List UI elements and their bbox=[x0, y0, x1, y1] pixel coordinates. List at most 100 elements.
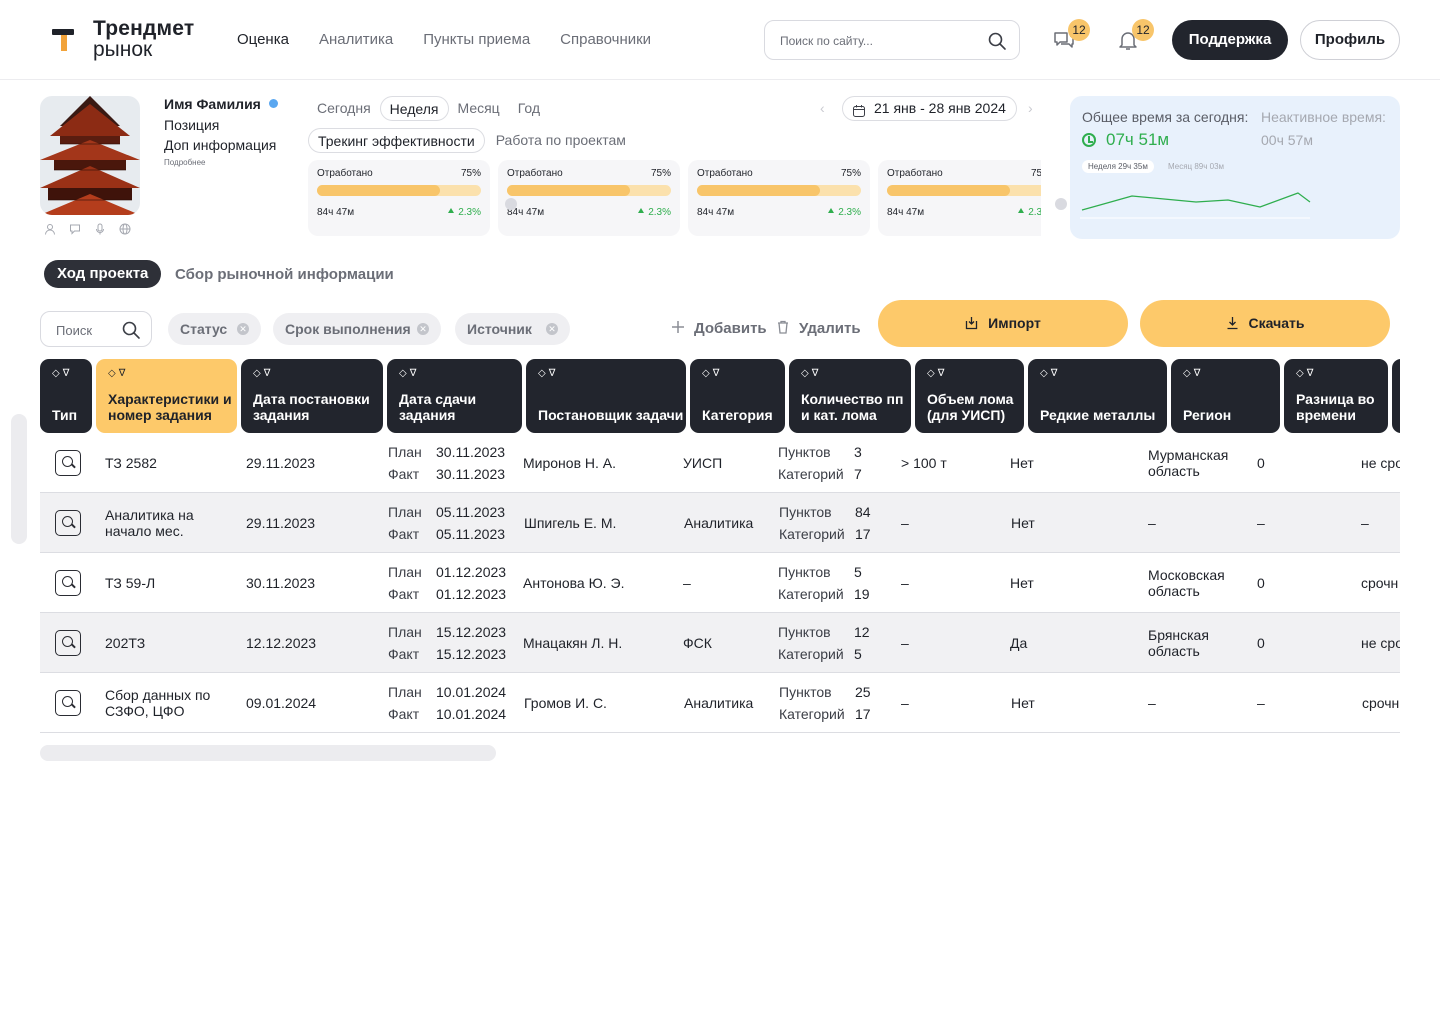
categories-label: Категорий bbox=[779, 706, 845, 722]
sort-filter-icon[interactable]: ◇∇ bbox=[1040, 368, 1060, 379]
cards-scroll-left-icon[interactable] bbox=[505, 198, 517, 210]
period-week[interactable]: Неделя bbox=[379, 96, 449, 121]
tab-project-progress[interactable]: Ход проекта bbox=[44, 260, 162, 288]
column-header-author[interactable]: ◇∇ Постановщик задачи bbox=[526, 359, 686, 433]
close-icon[interactable]: ✕ bbox=[237, 323, 249, 335]
chat-icon[interactable] bbox=[69, 222, 83, 236]
column-header-points-count[interactable]: ◇∇ Количество пп и кат. лома bbox=[789, 359, 911, 433]
download-button[interactable]: Скачать bbox=[1140, 300, 1390, 347]
period-switcher: Сегодня Неделя Месяц Год bbox=[308, 96, 549, 121]
plan-label: План bbox=[388, 684, 422, 700]
sort-filter-icon[interactable]: ◇∇ bbox=[1183, 368, 1203, 379]
trash-icon bbox=[775, 319, 791, 339]
stat-card-percent: 75% bbox=[460, 168, 481, 179]
import-button-label: Импорт bbox=[988, 315, 1041, 331]
user-icon[interactable] bbox=[44, 222, 58, 236]
search-icon[interactable] bbox=[987, 31, 1007, 56]
categories-label: Категорий bbox=[778, 586, 844, 602]
column-header-region[interactable]: ◇∇ Регион bbox=[1171, 359, 1280, 433]
table-row[interactable]: 202ТЗ 12.12.2023 План 15.12.2023 Факт 15… bbox=[40, 613, 1400, 673]
sort-filter-icon[interactable]: ◇∇ bbox=[253, 368, 273, 379]
date-next-icon[interactable]: › bbox=[1028, 100, 1033, 116]
plan-label: План bbox=[388, 504, 422, 520]
column-header-category[interactable]: ◇∇ Категория bbox=[690, 359, 785, 433]
mode-efficiency-tracking[interactable]: Трекинг эффективности bbox=[308, 128, 485, 153]
sort-filter-icon[interactable]: ◇∇ bbox=[108, 368, 128, 379]
stat-card-percent: 75% bbox=[840, 168, 861, 179]
document-search-icon[interactable] bbox=[55, 570, 81, 596]
tab-market-info[interactable]: Сбор рыночной информации bbox=[175, 266, 394, 283]
table-row[interactable]: Сбор данных по СЗФО, ЦФО 09.01.2024 План… bbox=[40, 673, 1400, 733]
sort-filter-icon[interactable]: ◇∇ bbox=[801, 368, 821, 379]
sort-filter-icon[interactable]: ◇∇ bbox=[702, 368, 722, 379]
column-header-rare-metals[interactable]: ◇∇ Редкие металлы bbox=[1028, 359, 1167, 433]
filter-deadline[interactable]: Срок выполнения ✕ bbox=[273, 313, 441, 345]
search-icon[interactable] bbox=[121, 320, 141, 345]
column-header-type[interactable]: ◇∇ Тип bbox=[40, 359, 92, 433]
week-total-chip[interactable]: Неделя 29ч 35м bbox=[1082, 160, 1154, 173]
support-button[interactable]: Поддержка bbox=[1172, 20, 1288, 60]
add-button-label: Добавить bbox=[694, 320, 767, 337]
date-range-picker[interactable]: 21 янв - 28 янв 2024 bbox=[842, 96, 1017, 121]
sort-filter-icon[interactable]: ◇∇ bbox=[1296, 368, 1316, 379]
column-header-more[interactable] bbox=[1392, 359, 1400, 433]
table-search-input[interactable]: Поиск bbox=[40, 311, 152, 347]
nav-item-evaluation[interactable]: Оценка bbox=[237, 31, 289, 48]
document-search-icon[interactable] bbox=[55, 630, 81, 656]
stat-card-value: 84ч 47м bbox=[887, 207, 925, 218]
column-header-set-date[interactable]: ◇∇ Дата постановки задания bbox=[241, 359, 383, 433]
column-header-characteristics[interactable]: ◇∇ Характеристики и номер задания bbox=[96, 359, 237, 433]
table-row[interactable]: ТЗ 59-Л 30.11.2023 План 01.12.2023 Факт … bbox=[40, 553, 1400, 613]
mode-project-work[interactable]: Работа по проектам bbox=[487, 128, 635, 153]
rare-metals: Нет bbox=[1010, 575, 1034, 591]
stat-card-delta: 2.3% bbox=[1028, 207, 1041, 218]
notifications-badge: 12 bbox=[1132, 19, 1154, 41]
fact-date: 01.12.2023 bbox=[436, 586, 507, 602]
date-prev-icon[interactable]: ‹ bbox=[820, 100, 825, 116]
column-header-scrap-volume[interactable]: ◇∇ Объем лома (для УИСП) bbox=[915, 359, 1024, 433]
profile-more-link[interactable]: Подробнее bbox=[164, 158, 206, 167]
brand-logo[interactable]: Трендмет рынок bbox=[52, 18, 194, 60]
site-search-input[interactable]: Поиск по сайту... bbox=[764, 20, 1020, 60]
document-search-icon[interactable] bbox=[55, 450, 81, 476]
table-row[interactable]: ТЗ 2582 29.11.2023 План 30.11.2023 Факт … bbox=[40, 433, 1400, 493]
page-vertical-scrollbar[interactable] bbox=[11, 414, 27, 544]
sort-filter-icon[interactable]: ◇∇ bbox=[538, 368, 558, 379]
calendar-icon bbox=[852, 102, 866, 125]
globe-icon[interactable] bbox=[119, 222, 133, 236]
document-search-icon[interactable] bbox=[55, 510, 81, 536]
filter-source[interactable]: Источник ✕ bbox=[455, 313, 570, 345]
rare-metals: Нет bbox=[1011, 695, 1035, 711]
add-button[interactable]: Добавить bbox=[672, 320, 767, 337]
points-value: 25 bbox=[855, 684, 871, 700]
brand-subtitle: рынок bbox=[93, 38, 153, 61]
document-search-icon[interactable] bbox=[55, 690, 81, 716]
sort-filter-icon[interactable]: ◇∇ bbox=[399, 368, 419, 379]
rare-metals: Нет bbox=[1011, 515, 1035, 531]
period-month[interactable]: Месяц bbox=[449, 96, 509, 121]
nav-item-directories[interactable]: Справочники bbox=[560, 31, 651, 48]
scrap-volume: – bbox=[901, 635, 909, 651]
nav-item-analytics[interactable]: Аналитика bbox=[319, 31, 393, 48]
close-icon[interactable]: ✕ bbox=[417, 323, 429, 335]
close-icon[interactable]: ✕ bbox=[546, 323, 558, 335]
import-button[interactable]: Импорт bbox=[878, 300, 1128, 347]
microphone-icon[interactable] bbox=[94, 222, 108, 236]
column-header-due-date[interactable]: ◇∇ Дата сдачи задания bbox=[387, 359, 522, 433]
profile-button[interactable]: Профиль bbox=[1300, 20, 1400, 60]
cards-scroll-right-icon[interactable] bbox=[1055, 198, 1067, 210]
nav-item-collection-points[interactable]: Пункты приема bbox=[423, 31, 530, 48]
table-row[interactable]: Аналитика на начало мес. 29.11.2023 План… bbox=[40, 493, 1400, 553]
column-header-time-diff[interactable]: ◇∇ Разница во времени bbox=[1284, 359, 1388, 433]
table-horizontal-scrollbar[interactable] bbox=[40, 745, 496, 761]
plan-label: План bbox=[388, 564, 422, 580]
delete-button[interactable]: Удалить bbox=[778, 320, 861, 337]
month-total-chip[interactable]: Месяц 89ч 03м bbox=[1168, 162, 1224, 171]
sort-filter-icon[interactable]: ◇∇ bbox=[927, 368, 947, 379]
filter-status[interactable]: Статус ✕ bbox=[168, 313, 261, 345]
avatar[interactable] bbox=[40, 96, 140, 215]
period-year[interactable]: Год bbox=[509, 96, 549, 121]
sort-filter-icon[interactable]: ◇∇ bbox=[52, 368, 72, 379]
period-today[interactable]: Сегодня bbox=[308, 96, 380, 121]
author: Миронов Н. А. bbox=[523, 455, 617, 471]
